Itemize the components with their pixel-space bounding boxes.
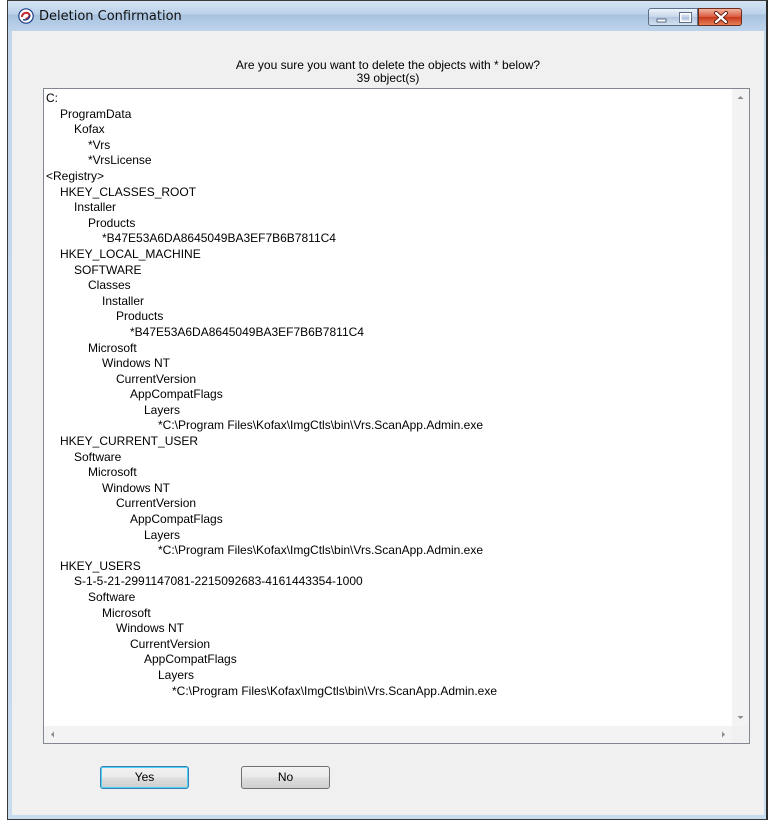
tree-item: CurrentVersion bbox=[130, 636, 211, 651]
tree-item: Layers bbox=[144, 402, 181, 417]
tree-item: Installer bbox=[102, 293, 145, 308]
tree-item: Installer bbox=[74, 200, 117, 215]
tree-item: Classes bbox=[88, 278, 131, 293]
tree-item: S-1-5-21-2991147081-2215092683-416144335… bbox=[74, 574, 363, 589]
tree-item: Layers bbox=[158, 667, 195, 682]
yes-button[interactable]: Yes bbox=[100, 766, 189, 789]
tree-item: <Registry> bbox=[46, 168, 105, 183]
tree-item: *B47E53A6DA8645049BA3EF7B6B7811C4 bbox=[130, 324, 364, 339]
tree-item: HKEY_CURRENT_USER bbox=[60, 434, 199, 449]
maximize-icon bbox=[679, 12, 692, 23]
tree-item: *C:\Program Files\Kofax\ImgCtls\bin\Vrs.… bbox=[158, 418, 484, 433]
tree-item: Layers bbox=[144, 527, 181, 542]
tree-item: *C:\Program Files\Kofax\ImgCtls\bin\Vrs.… bbox=[172, 683, 498, 698]
tree-item: *C:\Program Files\Kofax\ImgCtls\bin\Vrs.… bbox=[158, 543, 484, 558]
tree-item: SOFTWARE bbox=[74, 262, 142, 277]
app-swirl-icon bbox=[18, 8, 34, 24]
minimize-button[interactable] bbox=[648, 8, 674, 26]
minimize-icon bbox=[656, 18, 667, 23]
tree-item: CurrentVersion bbox=[116, 371, 197, 386]
close-button[interactable] bbox=[698, 8, 742, 26]
tree-item: Microsoft bbox=[102, 605, 151, 620]
horizontal-scrollbar[interactable] bbox=[44, 726, 732, 743]
dialog-window: Deletion Confirmation Are you sure you w… bbox=[7, 0, 768, 820]
tree-item: HKEY_CLASSES_ROOT bbox=[60, 184, 197, 199]
tree-item: Products bbox=[116, 309, 164, 324]
object-count: 39 object(s) bbox=[356, 71, 420, 85]
scrollbar-corner bbox=[732, 726, 749, 743]
tree-item: *Vrs bbox=[88, 137, 111, 152]
tree-item: Products bbox=[88, 215, 136, 230]
tree-item: Windows NT bbox=[116, 621, 185, 636]
tree-item: Windows NT bbox=[102, 356, 171, 371]
tree-item: Software bbox=[88, 590, 136, 604]
vertical-scrollbar[interactable] bbox=[732, 89, 749, 726]
title-bar[interactable]: Deletion Confirmation bbox=[8, 1, 766, 31]
scroll-left-arrow-icon[interactable] bbox=[44, 726, 61, 743]
tree-item: AppCompatFlags bbox=[130, 387, 223, 402]
tree-item: Microsoft bbox=[88, 465, 137, 480]
tree-item: Microsoft bbox=[88, 340, 137, 355]
objects-list[interactable]: C: ProgramData Kofax *Vrs *VrsLicense <Regist… bbox=[43, 88, 750, 744]
maximize-button[interactable] bbox=[673, 8, 698, 26]
scroll-up-arrow-icon[interactable] bbox=[732, 89, 749, 106]
tree-item: C: bbox=[46, 91, 58, 105]
tree-item: AppCompatFlags bbox=[130, 512, 223, 527]
window-title: Deletion Confirmation bbox=[39, 9, 182, 24]
tree-item: Software bbox=[74, 449, 122, 464]
scroll-down-arrow-icon[interactable] bbox=[732, 709, 749, 726]
scroll-right-arrow-icon[interactable] bbox=[715, 726, 732, 743]
dialog-client-area: Are you sure you want to delete the obje… bbox=[12, 31, 764, 815]
tree-item: HKEY_LOCAL_MACHINE bbox=[60, 246, 201, 261]
tree-item: ProgramData bbox=[60, 106, 132, 121]
objects-tree: C: ProgramData Kofax *Vrs *VrsLicense <Regist… bbox=[46, 91, 730, 699]
tree-item: HKEY_USERS bbox=[60, 558, 141, 573]
tree-item: Windows NT bbox=[102, 480, 171, 495]
tree-item: *B47E53A6DA8645049BA3EF7B6B7811C4 bbox=[102, 231, 336, 246]
tree-item: AppCompatFlags bbox=[144, 652, 237, 667]
tree-item: *VrsLicense bbox=[88, 153, 152, 168]
close-icon bbox=[714, 11, 728, 24]
tree-item: CurrentVersion bbox=[116, 496, 197, 511]
tree-item: Kofax bbox=[74, 122, 105, 137]
no-button[interactable]: No bbox=[241, 766, 330, 789]
